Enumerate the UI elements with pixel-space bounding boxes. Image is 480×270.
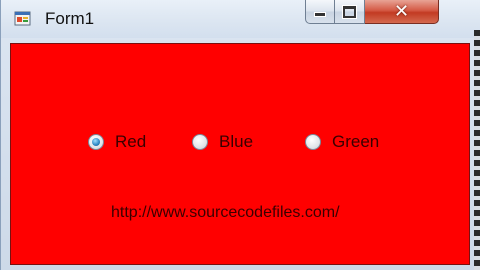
minimize-icon — [314, 12, 326, 17]
radio-blue[interactable]: Blue — [192, 132, 253, 152]
caption-buttons: ✕ — [305, 0, 439, 24]
radio-button-icon[interactable] — [305, 134, 321, 150]
radio-green[interactable]: Green — [305, 132, 379, 152]
radio-button-checked-icon[interactable] — [88, 134, 104, 150]
form-app-icon[interactable] — [14, 9, 32, 27]
maximize-icon — [343, 5, 356, 18]
close-icon: ✕ — [393, 0, 410, 22]
radio-red-label[interactable]: Red — [115, 132, 146, 152]
client-area: Red Blue Green http://www.sourcecodefile… — [10, 43, 470, 265]
form1-window: Form1 ✕ Red Blue Green http://www.source… — [0, 0, 480, 270]
close-button[interactable]: ✕ — [365, 0, 439, 24]
window-title: Form1 — [45, 9, 95, 28]
title-bar[interactable]: Form1 ✕ — [1, 0, 480, 38]
maximize-button[interactable] — [335, 0, 365, 24]
website-link[interactable]: http://www.sourcecodefiles.com/ — [111, 204, 340, 222]
radio-green-label[interactable]: Green — [332, 132, 379, 152]
radio-button-icon[interactable] — [192, 134, 208, 150]
radio-blue-label[interactable]: Blue — [219, 132, 253, 152]
radio-red[interactable]: Red — [88, 132, 146, 152]
window-edge — [474, 30, 480, 270]
minimize-button[interactable] — [305, 0, 335, 24]
